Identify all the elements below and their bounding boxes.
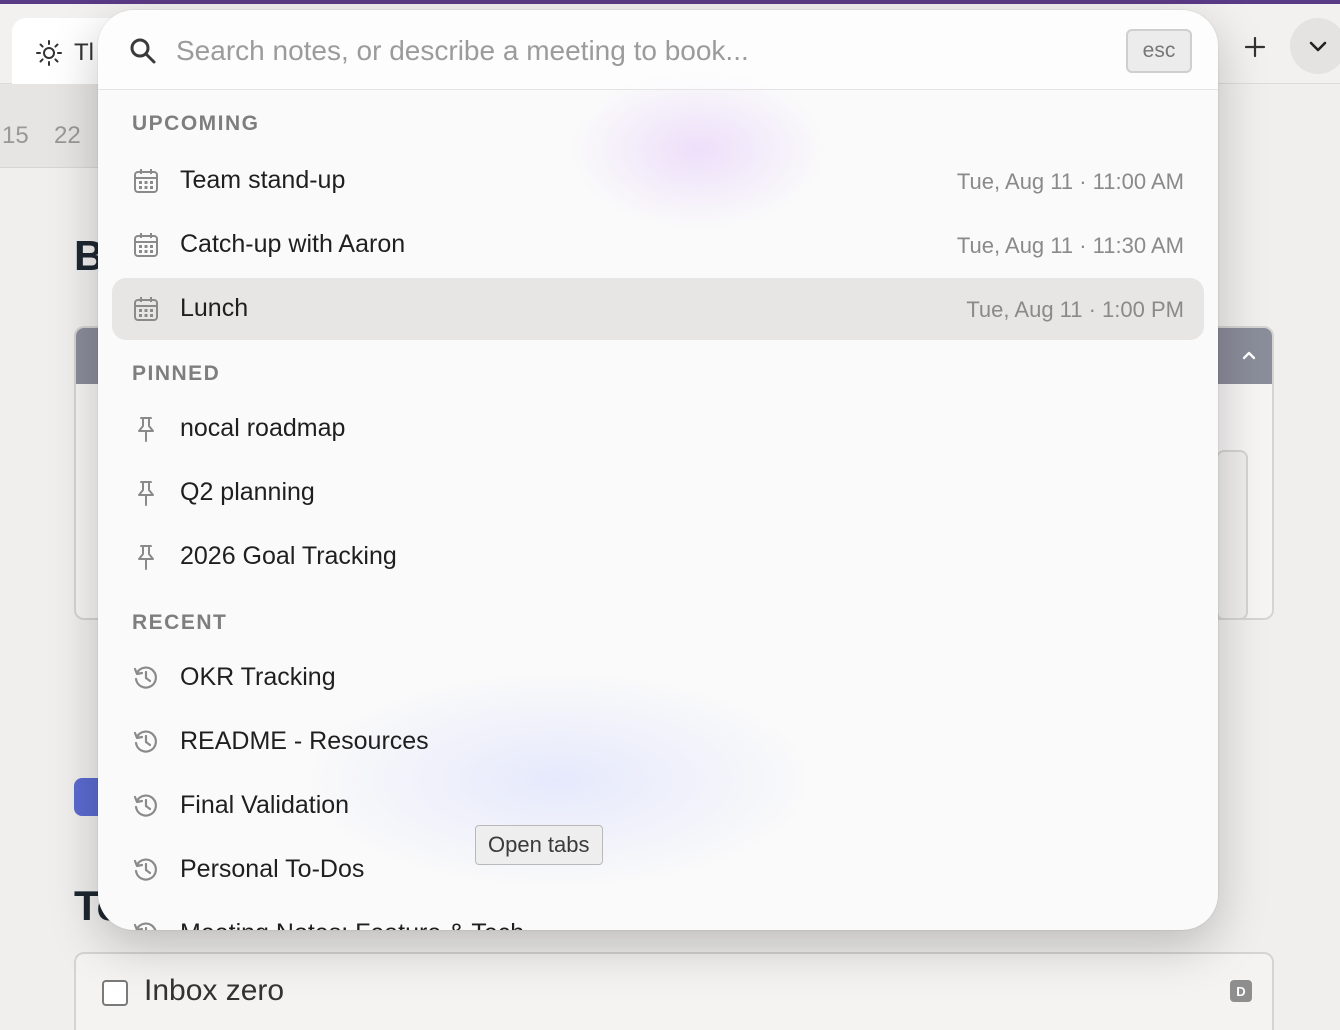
recent-item[interactable]: Final Validation: [112, 775, 1204, 837]
search-icon: [130, 38, 156, 64]
todo-checkbox[interactable]: [102, 980, 128, 1006]
new-tab-button[interactable]: [1238, 30, 1272, 64]
item-label: 2026 Goal Tracking: [180, 542, 397, 570]
item-time: Tue, Aug 11 · 1:00 PM: [966, 297, 1184, 322]
calendar-icon: [134, 297, 158, 321]
date-cell[interactable]: 22: [54, 122, 81, 150]
pin-icon: [138, 417, 154, 442]
recent-item[interactable]: Meeting Notes: Feature & Tech: [112, 903, 1204, 930]
item-label: Lunch: [180, 294, 249, 322]
pin-icon: [138, 481, 154, 506]
command-palette: esc UPCOMING Team stand-up Tue, Aug 11 ·…: [98, 10, 1218, 930]
recent-item[interactable]: README - Resources: [112, 711, 1204, 773]
history-icon: [133, 858, 157, 881]
history-icon: [133, 730, 157, 753]
upcoming-item[interactable]: Catch-up with Aaron Tue, Aug 11 · 11:30 …: [112, 214, 1204, 276]
item-label: Personal To-Dos: [180, 855, 365, 883]
section-label-upcoming: UPCOMING: [132, 112, 260, 135]
item-label: OKR Tracking: [180, 663, 336, 691]
tab-title: Tl: [74, 39, 94, 66]
pinned-item[interactable]: nocal roadmap: [112, 398, 1204, 460]
pinned-item[interactable]: Q2 planning: [112, 462, 1204, 524]
item-label: nocal roadmap: [180, 414, 346, 442]
search-input[interactable]: [176, 28, 1106, 74]
pinned-item[interactable]: 2026 Goal Tracking: [112, 526, 1204, 588]
todo-badge: D: [1230, 980, 1252, 1002]
history-icon: [133, 922, 157, 930]
chevron-down-icon: [1309, 41, 1327, 52]
plus-icon: [1244, 36, 1266, 58]
item-label: Final Validation: [180, 791, 350, 819]
section-label-pinned: PINNED: [132, 362, 221, 385]
item-label: Meeting Notes: Feature & Tech: [180, 919, 524, 930]
item-label: Team stand-up: [180, 166, 346, 194]
todo-text: Inbox zero: [144, 974, 285, 1007]
tab-menu-button[interactable]: [1290, 18, 1340, 74]
item-time: Tue, Aug 11 · 11:30 AM: [956, 233, 1184, 258]
recent-item[interactable]: Personal To-Dos: [112, 839, 1204, 901]
recent-item[interactable]: OKR Tracking: [112, 647, 1204, 709]
chevron-up-icon: [1242, 351, 1256, 360]
date-cell[interactable]: 15: [2, 122, 29, 150]
history-icon: [133, 794, 157, 817]
note-card-panel: [1216, 450, 1248, 618]
item-label: README - Resources: [180, 727, 429, 755]
sun-icon: [34, 38, 64, 68]
item-label: Q2 planning: [180, 478, 315, 506]
open-tabs-tooltip: Open tabs: [475, 825, 603, 865]
upcoming-item[interactable]: Team stand-up Tue, Aug 11 · 11:00 AM: [112, 150, 1204, 212]
calendar-icon: [134, 233, 158, 257]
item-label: Catch-up with Aaron: [180, 230, 406, 258]
search-bar: esc: [98, 10, 1218, 90]
upcoming-item-selected[interactable]: Lunch Tue, Aug 11 · 1:00 PM: [112, 278, 1204, 340]
item-time: Tue, Aug 11 · 11:00 AM: [956, 169, 1184, 194]
todo-item: Inbox zero D: [74, 952, 1274, 1030]
calendar-icon: [134, 169, 158, 193]
history-icon: [133, 666, 157, 689]
section-label-recent: RECENT: [132, 611, 228, 634]
pin-icon: [138, 545, 154, 570]
collapse-button[interactable]: [1234, 340, 1264, 370]
esc-key-badge[interactable]: esc: [1126, 29, 1192, 73]
